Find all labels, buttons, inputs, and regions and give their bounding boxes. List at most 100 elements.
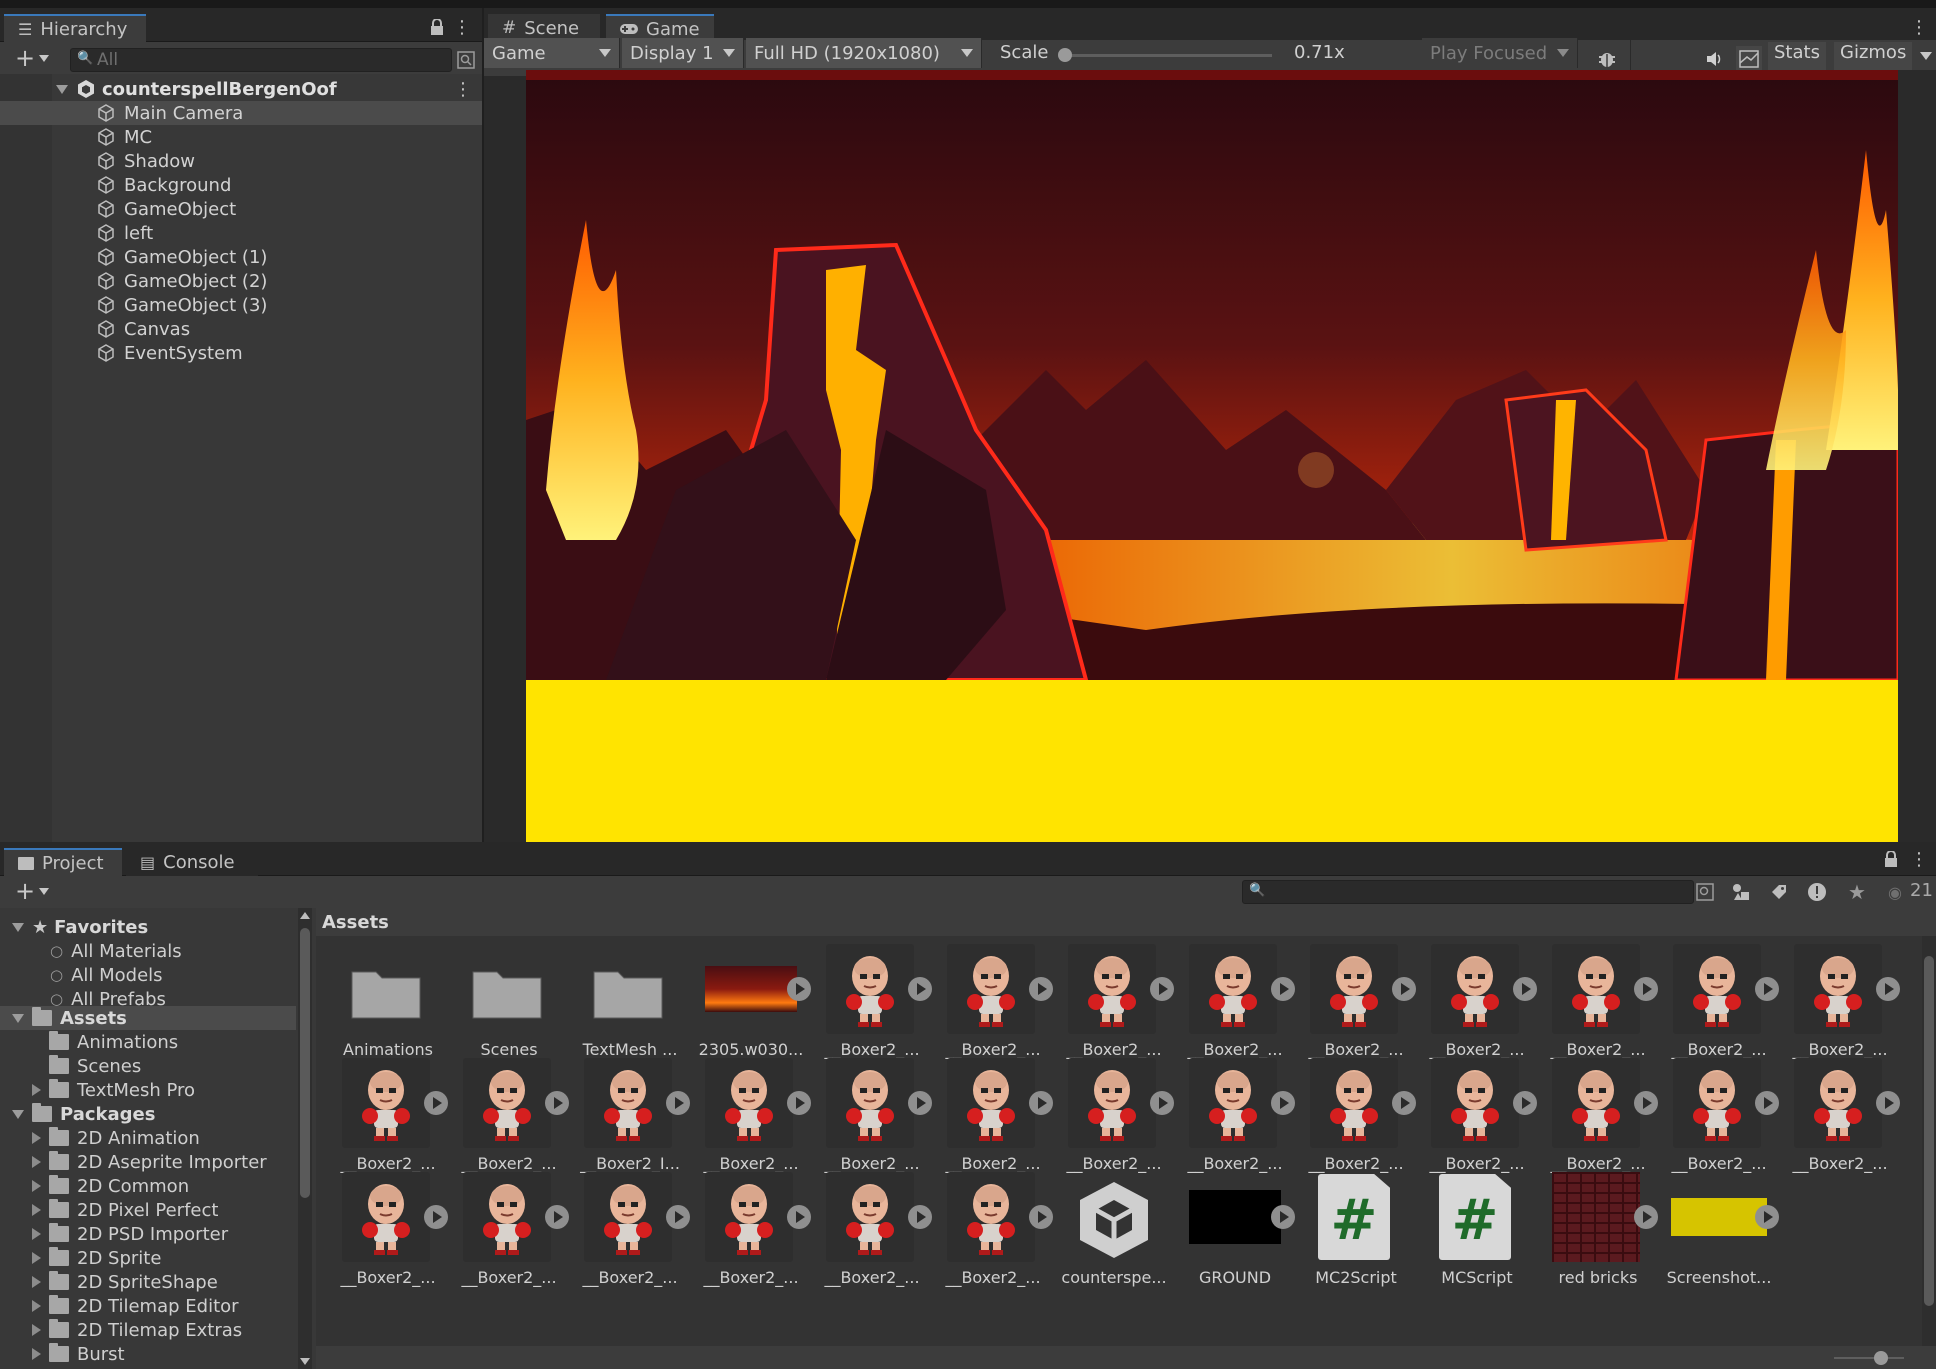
expand-triangle-icon[interactable] — [32, 1348, 41, 1360]
asset-item[interactable]: # MCScript — [1417, 1172, 1527, 1292]
play-preview-icon[interactable] — [545, 1205, 569, 1229]
scene-kebab-icon[interactable]: ⋮ — [454, 79, 472, 100]
asset-item[interactable]: TextMesh ... — [570, 944, 680, 1064]
gizmos-chevron-icon[interactable] — [1920, 52, 1932, 60]
asset-item[interactable]: __Boxer2_... — [1780, 1058, 1900, 1178]
collapse-triangle-icon[interactable] — [12, 1109, 24, 1119]
lock-icon[interactable] — [1878, 846, 1904, 872]
asset-item[interactable]: __Boxer2_... — [1417, 944, 1537, 1064]
scene-search-icon[interactable] — [453, 47, 479, 73]
asset-item[interactable]: __Boxer2_... — [328, 1172, 448, 1292]
view-mode-dropdown[interactable]: Game — [484, 38, 620, 68]
asset-item[interactable]: Scenes — [449, 944, 559, 1064]
star-favorite-icon[interactable]: ★ — [1844, 879, 1870, 905]
package-item[interactable]: 2D PSD Importer — [32, 1222, 228, 1246]
breadcrumb-assets[interactable]: Assets — [322, 912, 389, 933]
scroll-up-arrow-icon[interactable] — [300, 912, 310, 919]
package-item[interactable]: 2D Pixel Perfect — [32, 1198, 218, 1222]
assets-header[interactable]: Assets — [12, 1006, 127, 1030]
scale-slider-track[interactable] — [1062, 54, 1272, 57]
hierarchy-item[interactable]: GameObject — [0, 197, 482, 221]
asset-item[interactable]: Animations — [328, 944, 438, 1064]
expand-triangle-icon[interactable] — [32, 1324, 41, 1336]
asset-item[interactable]: 2305.w030... — [691, 944, 811, 1064]
game-kebab-icon[interactable]: ⋮ — [1906, 14, 1932, 40]
assets-tree-item[interactable]: Animations — [32, 1030, 178, 1054]
asset-item[interactable]: __Boxer2_... — [1659, 944, 1779, 1064]
expand-triangle-icon[interactable] — [32, 1084, 41, 1096]
asset-item[interactable]: __Boxer2_... — [1417, 1058, 1537, 1178]
tree-scrollbar-thumb[interactable] — [300, 928, 310, 1198]
play-preview-icon[interactable] — [1029, 977, 1053, 1001]
play-preview-icon[interactable] — [787, 977, 811, 1001]
asset-item[interactable]: __Boxer2_... — [691, 1172, 811, 1292]
play-preview-icon[interactable] — [545, 1091, 569, 1115]
stats-button[interactable]: Stats — [1768, 42, 1826, 70]
expand-triangle-icon[interactable] — [32, 1132, 41, 1144]
asset-item[interactable]: __Boxer2_... — [1054, 944, 1174, 1064]
asset-item[interactable]: GROUND — [1175, 1172, 1295, 1292]
play-preview-icon[interactable] — [1876, 1091, 1900, 1115]
eye-visibility-icon[interactable]: ◉ — [1884, 879, 1906, 905]
asset-item[interactable]: __Boxer2_... — [1538, 944, 1658, 1064]
icon-size-slider-handle[interactable] — [1874, 1351, 1888, 1365]
play-preview-icon[interactable] — [1755, 977, 1779, 1001]
package-item[interactable]: 2D Sprite — [32, 1246, 161, 1270]
play-preview-icon[interactable] — [1634, 1091, 1658, 1115]
favorites-header[interactable]: ★ Favorites — [12, 915, 148, 939]
bug-icon[interactable] — [1594, 46, 1620, 72]
play-preview-icon[interactable] — [787, 1091, 811, 1115]
expand-triangle-icon[interactable] — [32, 1252, 41, 1264]
play-mode-dropdown[interactable]: Play Focused — [1422, 38, 1578, 68]
lock-icon[interactable] — [424, 14, 450, 40]
warning-filter-icon[interactable] — [1804, 879, 1830, 905]
asset-item[interactable]: __Boxer2_... — [812, 1172, 932, 1292]
asset-item[interactable]: __Boxer2_... — [933, 1172, 1053, 1292]
hierarchy-item[interactable]: Shadow — [0, 149, 482, 173]
asset-item[interactable]: __Boxer2_... — [1296, 944, 1416, 1064]
play-preview-icon[interactable] — [1150, 1091, 1174, 1115]
filter-label-icon[interactable] — [1766, 879, 1792, 905]
play-preview-icon[interactable] — [1271, 1091, 1295, 1115]
game-viewport[interactable] — [526, 70, 1898, 842]
hierarchy-item[interactable]: GameObject (1) — [0, 245, 482, 269]
expand-triangle-icon[interactable] — [32, 1228, 41, 1240]
create-asset-button[interactable]: + — [10, 878, 54, 904]
package-item[interactable]: 2D Animation — [32, 1126, 200, 1150]
asset-item[interactable]: __Boxer2_... — [1175, 944, 1295, 1064]
hierarchy-search-input[interactable]: 🔍 All — [70, 48, 452, 72]
asset-item[interactable]: __Boxer2_... — [812, 1058, 932, 1178]
package-item[interactable]: 2D Aseprite Importer — [32, 1150, 267, 1174]
packages-header[interactable]: Packages — [12, 1102, 155, 1126]
package-item[interactable]: 2D Common — [32, 1174, 189, 1198]
play-preview-icon[interactable] — [666, 1205, 690, 1229]
asset-item[interactable]: __Boxer2_... — [691, 1058, 811, 1178]
play-preview-icon[interactable] — [1634, 977, 1658, 1001]
hierarchy-item[interactable]: EventSystem — [0, 341, 482, 365]
play-preview-icon[interactable] — [1271, 1205, 1295, 1229]
play-preview-icon[interactable] — [1271, 977, 1295, 1001]
expand-triangle-icon[interactable] — [32, 1156, 41, 1168]
package-item[interactable]: 2D Tilemap Editor — [32, 1294, 239, 1318]
expand-triangle-icon[interactable] — [32, 1180, 41, 1192]
play-preview-icon[interactable] — [1513, 977, 1537, 1001]
expand-triangle-icon[interactable] — [32, 1204, 41, 1216]
play-preview-icon[interactable] — [1513, 1091, 1537, 1115]
play-preview-icon[interactable] — [424, 1205, 448, 1229]
collapse-triangle-icon[interactable] — [12, 1013, 24, 1023]
gizmos-button[interactable]: Gizmos — [1834, 42, 1913, 70]
play-preview-icon[interactable] — [1029, 1091, 1053, 1115]
package-item[interactable]: 2D Tilemap Extras — [32, 1318, 242, 1342]
hierarchy-item[interactable]: Background — [0, 173, 482, 197]
asset-item[interactable]: __Boxer2_... — [449, 1172, 569, 1292]
scroll-down-arrow-icon[interactable] — [300, 1358, 310, 1365]
play-preview-icon[interactable] — [908, 1205, 932, 1229]
asset-item[interactable]: __Boxer2_... — [1054, 1058, 1174, 1178]
tab-project[interactable]: Project — [4, 848, 122, 876]
filter-type-icon[interactable] — [1728, 879, 1754, 905]
play-preview-icon[interactable] — [424, 1091, 448, 1115]
asset-item[interactable]: __Boxer2_... — [1659, 1058, 1779, 1178]
add-object-button[interactable]: + — [10, 45, 54, 71]
collapse-triangle-icon[interactable] — [56, 84, 68, 94]
asset-item[interactable]: __Boxer2_... — [1538, 1058, 1658, 1178]
